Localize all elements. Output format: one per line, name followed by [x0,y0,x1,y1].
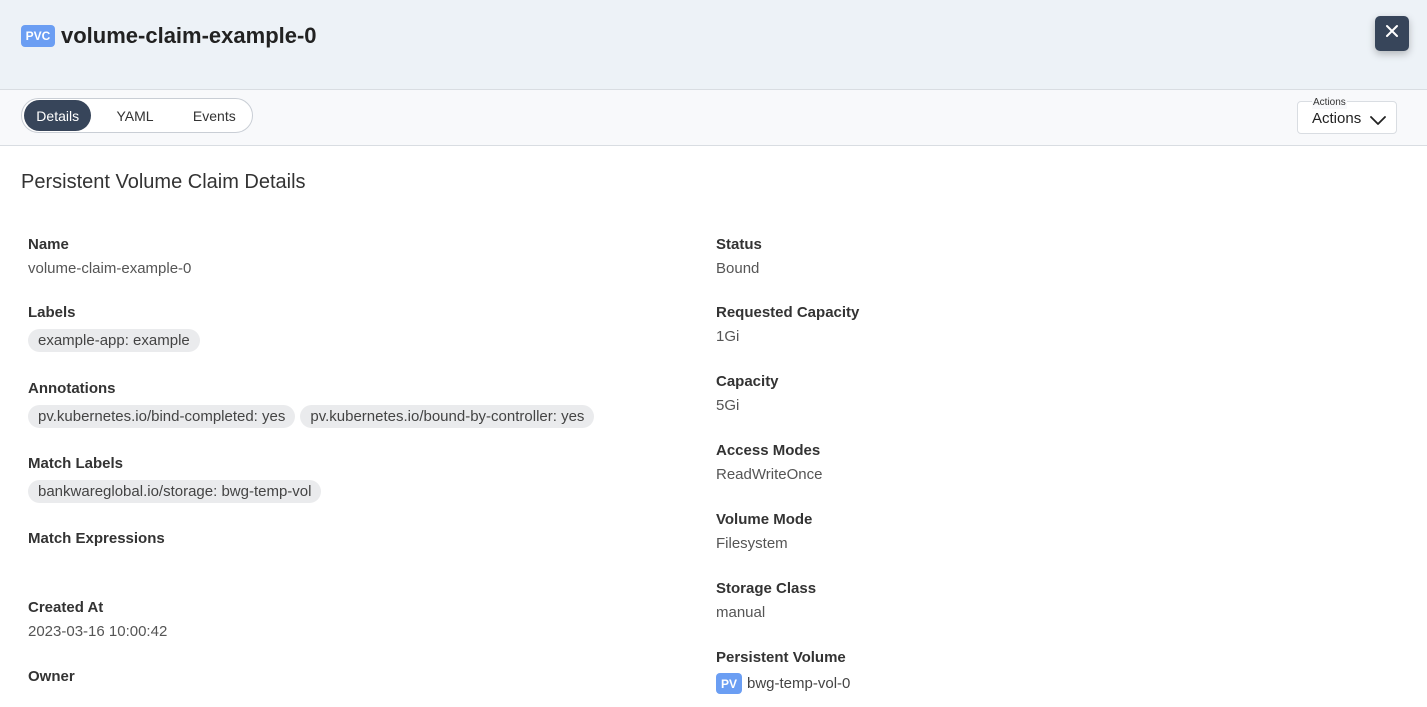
pvc-kind-badge: PVC [21,25,55,47]
annotation-chip: pv.kubernetes.io/bound-by-controller: ye… [300,405,595,428]
field-match-expressions: Match Expressions [28,529,165,549]
field-value: 5Gi [716,397,740,414]
field-value: ReadWriteOnce [716,466,823,483]
field-owner: Owner [28,667,75,687]
field-capacity: Capacity 5Gi [716,372,779,416]
tab-yaml[interactable]: YAML [91,100,178,131]
field-match-labels: Match Labels bankwareglobal.io/storage: … [28,454,322,503]
annotations-chips: pv.kubernetes.io/bind-completed: yes pv.… [28,405,595,428]
persistent-volume-name[interactable]: bwg-temp-vol-0 [747,675,850,692]
close-button[interactable] [1375,16,1409,51]
field-label: Capacity [716,373,779,390]
match-label-chip: bankwareglobal.io/storage: bwg-temp-vol [28,480,322,503]
field-label: Annotations [28,380,116,397]
label-chip: example-app: example [28,329,200,352]
field-access-modes: Access Modes ReadWriteOnce [716,441,822,485]
persistent-volume-link[interactable]: PV bwg-temp-vol-0 [716,673,850,694]
field-label: Access Modes [716,442,821,459]
close-icon [1385,24,1399,43]
field-value: volume-claim-example-0 [28,260,192,277]
section-title: Persistent Volume Claim Details [21,171,306,193]
toolbar: Details YAML Events Actions Actions [0,90,1427,146]
field-value: manual [716,604,766,621]
field-volume-mode: Volume Mode Filesystem [716,510,812,554]
field-persistent-volume: Persistent Volume PV bwg-temp-vol-0 [716,648,850,694]
field-label: Match Labels [28,455,124,472]
tab-events[interactable]: Events [179,100,250,131]
field-label: Name [28,236,69,253]
field-value: 2023-03-16 10:00:42 [28,623,168,640]
field-name: Name volume-claim-example-0 [28,235,191,279]
annotation-chip: pv.kubernetes.io/bind-completed: yes [28,405,296,428]
match-labels-chips: bankwareglobal.io/storage: bwg-temp-vol [28,480,322,503]
actions-legend: Actions [1312,97,1347,109]
field-value: Filesystem [716,535,788,552]
field-requested-capacity: Requested Capacity 1Gi [716,303,859,347]
field-label: Labels [28,304,76,321]
page-title: volume-claim-example-0 [61,23,317,48]
actions-value: Actions [1312,110,1362,127]
chevron-down-icon [1370,113,1386,131]
labels-chips: example-app: example [28,329,200,352]
field-label: Requested Capacity [716,304,860,321]
field-labels: Labels example-app: example [28,303,200,352]
field-annotations: Annotations pv.kubernetes.io/bind-comple… [28,379,595,428]
field-label: Storage Class [716,580,817,597]
field-value: 1Gi [716,328,740,345]
field-label: Match Expressions [28,530,165,547]
actions-select[interactable]: Actions Actions [1297,97,1397,134]
field-label: Persistent Volume [716,649,846,666]
field-label: Volume Mode [716,511,813,528]
tab-group: Details YAML Events [21,98,253,133]
field-label: Status [716,236,762,253]
field-label: Created At [28,599,104,616]
pv-kind-badge: PV [716,673,742,694]
field-storage-class: Storage Class manual [716,579,816,623]
field-created-at: Created At 2023-03-16 10:00:42 [28,598,167,642]
field-label: Owner [28,668,75,685]
drawer-header: PVC volume-claim-example-0 [0,0,1427,90]
field-status: Status Bound [716,235,762,279]
tab-details[interactable]: Details [24,100,92,131]
field-value: Bound [716,260,760,277]
